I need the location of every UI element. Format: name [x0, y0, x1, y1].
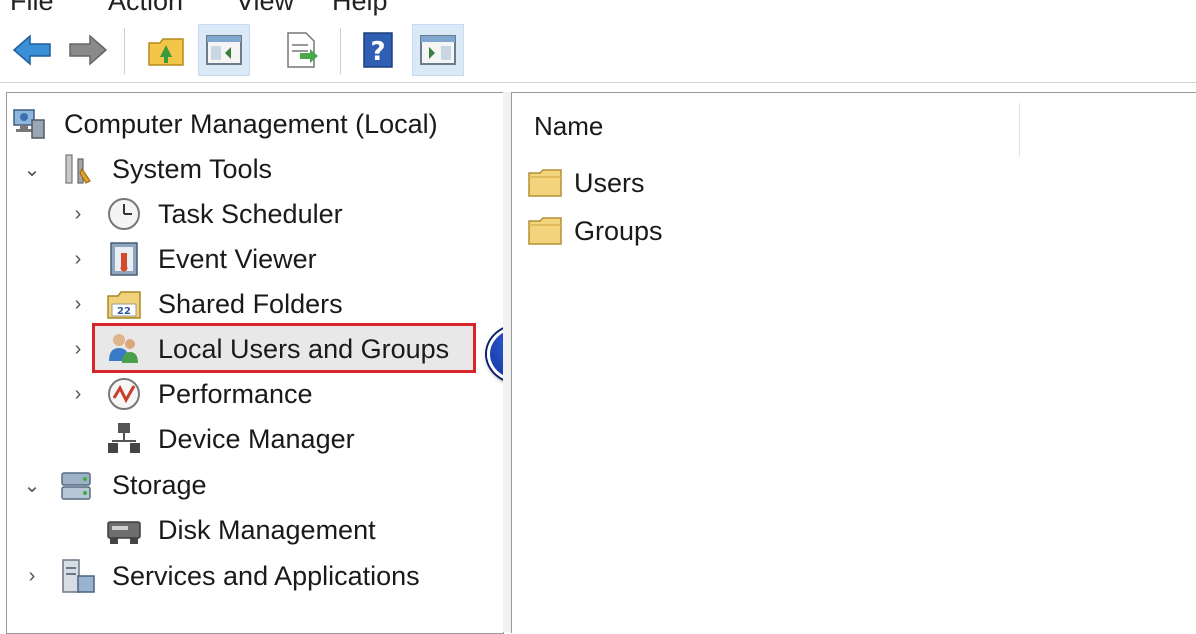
column-header-name[interactable]: Name: [534, 111, 603, 142]
disk-management-icon: [107, 521, 141, 544]
tree-label: Storage: [112, 469, 207, 500]
tree-item-event-viewer[interactable]: Event Viewer: [106, 239, 317, 279]
tree-label: Task Scheduler: [158, 198, 343, 229]
export-list-icon: [287, 32, 318, 68]
back-button[interactable]: [6, 24, 58, 76]
chevron-right-icon[interactable]: ›: [68, 338, 88, 361]
tree-label: Event Viewer: [158, 243, 317, 274]
tree-label: Local Users and Groups: [158, 333, 450, 364]
event-viewer-icon: [110, 242, 138, 276]
help-icon: ?: [363, 32, 393, 68]
clock-icon: [108, 198, 140, 230]
performance-icon: [108, 378, 140, 410]
users-group-icon: [109, 334, 138, 363]
up-one-level-button[interactable]: [140, 24, 192, 76]
chevron-down-icon[interactable]: ⌄: [22, 157, 42, 182]
tree-label: Device Manager: [158, 423, 355, 454]
tree-item-storage[interactable]: Storage: [60, 465, 207, 505]
computer-management-icon: [13, 109, 45, 139]
back-arrow-icon: [12, 34, 51, 66]
chevron-right-icon[interactable]: ›: [68, 203, 88, 226]
show-hide-console-tree-button[interactable]: [198, 24, 250, 76]
tree-label: Performance: [158, 378, 313, 409]
forward-arrow-icon: [69, 34, 108, 66]
svg-text:22: 22: [117, 306, 131, 317]
toolbar-separator: [124, 28, 125, 74]
menu-action[interactable]: Action: [108, 0, 183, 16]
menu-view[interactable]: View: [236, 0, 294, 16]
tree-label: System Tools: [112, 153, 273, 184]
show-hide-action-pane-button[interactable]: [412, 24, 464, 76]
toolbar: ?: [0, 18, 1196, 83]
list-item-label: Users: [574, 167, 645, 198]
menu-help[interactable]: Help: [332, 0, 388, 16]
tree-label: Services and Applications: [112, 560, 420, 591]
chevron-right-icon[interactable]: ›: [68, 248, 88, 271]
shared-folders-icon: 22: [107, 291, 141, 319]
help-button[interactable]: ?: [352, 24, 404, 76]
show-hide-console-tree-icon: [206, 35, 242, 65]
services-applications-icon: [62, 559, 95, 593]
svg-text:?: ?: [370, 37, 385, 67]
tree-item-shared-folders[interactable]: 22 Shared Folders: [106, 284, 343, 324]
tree-item-computer-management[interactable]: Computer Management (Local): [12, 104, 438, 144]
chevron-right-icon[interactable]: ›: [68, 293, 88, 316]
export-list-button[interactable]: [276, 24, 328, 76]
tree-item-services-and-applications[interactable]: Services and Applications: [60, 556, 420, 596]
up-folder-icon: [148, 38, 184, 66]
forward-button[interactable]: [62, 24, 114, 76]
chevron-down-icon[interactable]: ⌄: [22, 473, 42, 498]
column-divider[interactable]: [1019, 103, 1020, 157]
folder-icon: [528, 217, 562, 245]
tree-item-system-tools[interactable]: System Tools: [60, 149, 272, 189]
system-tools-icon: [65, 154, 91, 184]
device-manager-icon: [108, 423, 140, 453]
tree-label: Computer Management (Local): [64, 108, 438, 139]
list-item-groups[interactable]: Groups: [528, 211, 663, 251]
tree-item-performance[interactable]: Performance: [106, 374, 313, 414]
chevron-right-icon[interactable]: ›: [68, 383, 88, 406]
menu-bar: File Action View Help: [0, 0, 1196, 16]
tree-item-disk-management[interactable]: Disk Management: [106, 510, 376, 550]
list-item-label: Groups: [574, 215, 663, 246]
tree-item-task-scheduler[interactable]: Task Scheduler: [106, 194, 343, 234]
tree-label: Disk Management: [158, 514, 376, 545]
list-item-users[interactable]: Users: [528, 163, 645, 203]
folder-icon: [528, 169, 562, 197]
results-pane: Name Users Groups: [511, 92, 1196, 633]
chevron-right-icon[interactable]: ›: [22, 565, 42, 588]
menu-file[interactable]: File: [10, 0, 54, 16]
show-hide-action-pane-icon: [420, 35, 456, 65]
tree-item-local-users-and-groups[interactable]: Local Users and Groups: [106, 329, 449, 369]
pane-splitter[interactable]: [503, 92, 511, 632]
tree-item-device-manager[interactable]: Device Manager: [106, 419, 355, 459]
storage-icon: [61, 472, 91, 500]
toolbar-separator: [340, 28, 341, 74]
tree-label: Shared Folders: [158, 288, 343, 319]
